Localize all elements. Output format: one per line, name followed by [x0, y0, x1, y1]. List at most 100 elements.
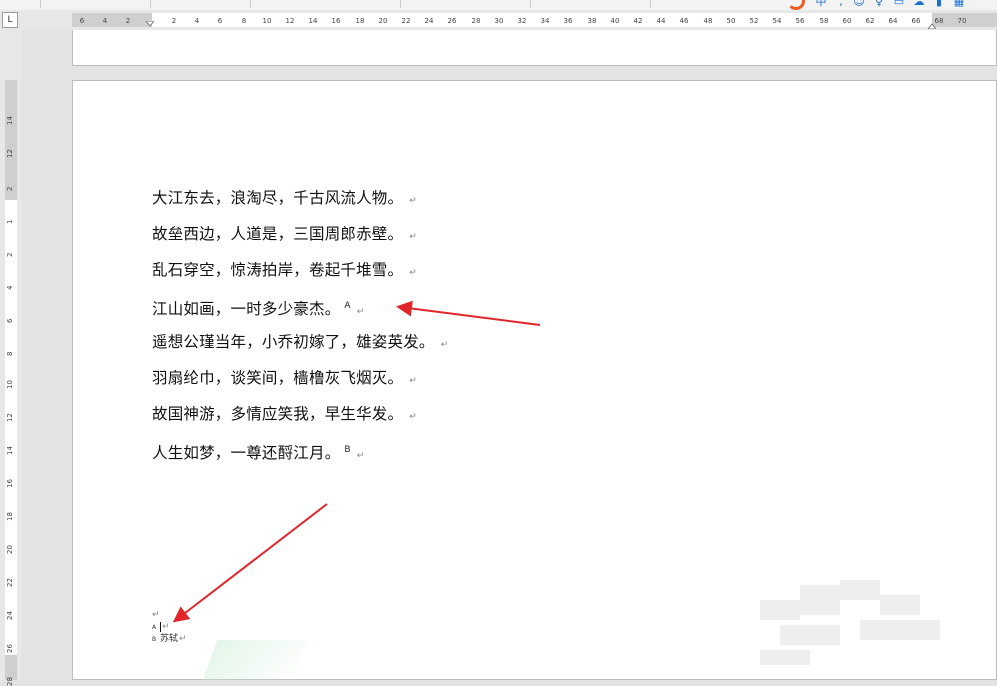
footnote-reference[interactable]: B — [344, 445, 350, 455]
chinese-mode-icon[interactable]: 中 — [815, 0, 827, 8]
poem-line-text: 羽扇纶巾，谈笑间，樯橹灰飞烟灭。 — [152, 369, 404, 387]
poem-line[interactable]: 人生如梦，一尊还酹江月。 B ↵ — [152, 438, 448, 474]
paragraph-mark-icon: ↵ — [162, 622, 170, 632]
top-margin-area — [5, 80, 17, 200]
ruler-number: 4 — [102, 17, 108, 25]
ruler-number: 10 — [262, 17, 272, 25]
tool-icon[interactable]: ▮ — [933, 0, 945, 8]
footnote-mark: B — [152, 636, 157, 643]
ruler-number: 52 — [749, 17, 759, 25]
horizontal-ruler[interactable]: L 6 4 2 2 4 6 8 10 12 14 16 18 20 22 24 26 28 30 32 34 36 38 4… — [0, 10, 997, 30]
poem-line[interactable]: 故垒西边，人道是，三国周郎赤壁。 ↵ — [152, 222, 448, 258]
ruler-scale[interactable]: 6 4 2 2 4 6 8 10 12 14 16 18 20 22 24 26 28 30 32 34 36 38 40 4… — [72, 13, 997, 27]
poem-line-text: 江山如画，一时多少豪杰。 — [152, 300, 341, 319]
ruler-number: 66 — [911, 17, 921, 25]
skin-icon[interactable]: ☁ — [913, 0, 925, 8]
right-indent-marker-icon[interactable] — [928, 21, 936, 29]
paragraph-mark-icon: ↵ — [152, 610, 160, 620]
vertical-ruler[interactable]: 14 12 2 1 2 4 6 8 10 12 14 16 18 20 22 24 26 28 — [0, 30, 22, 686]
footnote-item[interactable]: B 苏轼↵ — [152, 633, 187, 645]
grid-icon[interactable]: ▦ — [953, 0, 965, 8]
poem-line[interactable]: 大江东去，浪淘尽，千古风流人物。 ↵ — [152, 186, 448, 222]
paragraph-mark-icon: ↵ — [356, 307, 365, 318]
ruler-number: 26 — [447, 17, 457, 25]
vertical-ruler-number: 12 — [6, 149, 14, 158]
ruler-number: 12 — [285, 17, 295, 25]
footnote-area[interactable]: ↵ A ↵ B 苏轼↵ — [152, 609, 187, 645]
poem-line-text: 故国神游，多情应笑我，早生华发。 — [152, 405, 404, 423]
ribbon-separator — [250, 0, 251, 8]
ruler-number: 6 — [217, 17, 223, 25]
ruler-number: 32 — [517, 17, 527, 25]
ruler-number: 70 — [957, 17, 967, 25]
paragraph-mark-icon: ↵ — [409, 196, 417, 206]
ruler-number: 64 — [888, 17, 898, 25]
watermark — [760, 580, 960, 670]
vertical-ruler-number: 26 — [6, 644, 14, 653]
footnote-item[interactable]: A ↵ — [152, 621, 187, 633]
paragraph-mark-icon: ↵ — [409, 412, 417, 422]
ruler-number: 30 — [494, 17, 504, 25]
paragraph-mark-icon: ↵ — [440, 340, 449, 350]
ruler-number: 4 — [194, 17, 200, 25]
punctuation-icon[interactable]: , — [835, 0, 847, 8]
ruler-number: 2 — [171, 17, 177, 25]
footnote-reference[interactable]: A — [344, 301, 350, 311]
paragraph-mark-icon: ↵ — [409, 376, 417, 386]
emoji-icon[interactable]: ☺ — [853, 0, 865, 8]
ruler-number: 44 — [656, 17, 666, 25]
microphone-icon[interactable]: ♀ — [873, 0, 885, 8]
vertical-ruler-number: 18 — [6, 512, 14, 521]
empty-paragraph[interactable]: ↵ — [152, 609, 187, 621]
vertical-ruler-number: 2 — [6, 186, 14, 191]
ime-toolbar: 中 , ☺ ♀ ▭ ☁ ▮ ▦ — [787, 0, 997, 10]
tab-selector-button[interactable]: L — [2, 12, 18, 28]
ruler-number: 56 — [795, 17, 805, 25]
keyboard-icon[interactable]: ▭ — [893, 0, 905, 8]
ruler-number: 34 — [540, 17, 550, 25]
poem-line-text: 遥想公瑾当年，小乔初嫁了，雄姿英发。 — [152, 333, 435, 351]
vertical-ruler-number: 10 — [6, 380, 14, 389]
ruler-number: 46 — [679, 17, 689, 25]
poem-body[interactable]: 大江东去，浪淘尽，千古风流人物。 ↵ 故垒西边，人道是，三国周郎赤壁。 ↵ 乱石穿空，惊… — [152, 186, 448, 474]
ruler-number: 24 — [424, 17, 434, 25]
poem-line[interactable]: 乱石穿空，惊涛拍岸，卷起千堆雪。 ↵ — [152, 258, 448, 294]
poem-line[interactable]: 故国神游，多情应笑我，早生华发。 ↵ — [152, 402, 448, 438]
poem-line[interactable]: 羽扇纶巾，谈笑间，樯橹灰飞烟灭。 ↵ — [152, 366, 448, 402]
vertical-ruler-number: 22 — [6, 578, 14, 587]
ribbon-separator — [150, 0, 151, 8]
poem-line-text: 人生如梦，一尊还酹江月。 — [152, 444, 341, 463]
ruler-number: 28 — [471, 17, 481, 25]
footnote-text: 苏轼 — [160, 634, 179, 644]
ruler-number: 60 — [842, 17, 852, 25]
poem-line[interactable]: 遥想公瑾当年，小乔初嫁了，雄姿英发。 ↵ — [152, 330, 448, 366]
poem-line[interactable]: 江山如画，一时多少豪杰。 A ↵ — [152, 294, 448, 330]
previous-page — [72, 30, 997, 66]
ruler-number: 40 — [610, 17, 620, 25]
paragraph-mark-icon: ↵ — [409, 232, 417, 242]
text-cursor — [160, 621, 161, 632]
ruler-number: 36 — [563, 17, 573, 25]
vertical-ruler-number: 2 — [6, 252, 14, 257]
ruler-number: 62 — [865, 17, 875, 25]
vertical-ruler-number: 8 — [6, 351, 14, 356]
vertical-ruler-number: 14 — [6, 446, 14, 455]
ruler-number: 50 — [726, 17, 736, 25]
paragraph-mark-icon: ↵ — [409, 268, 417, 278]
ruler-number: 18 — [355, 17, 365, 25]
poem-line-text: 大江东去，浪淘尽，千古风流人物。 — [152, 189, 404, 207]
ruler-number: 42 — [633, 17, 643, 25]
poem-line-text: 故垒西边，人道是，三国周郎赤壁。 — [152, 225, 404, 243]
ribbon-separator — [40, 0, 41, 8]
vertical-ruler-number: 24 — [6, 611, 14, 620]
indent-marker-icon[interactable] — [146, 21, 154, 29]
ruler-number: 14 — [308, 17, 318, 25]
ruler-number: 8 — [241, 17, 247, 25]
ruler-number: 38 — [587, 17, 597, 25]
ruler-number: 58 — [819, 17, 829, 25]
vertical-ruler-number: 16 — [6, 479, 14, 488]
ruler-number: 20 — [378, 17, 388, 25]
vertical-ruler-number: 12 — [6, 413, 14, 422]
sogou-logo-icon[interactable] — [787, 0, 805, 10]
ruler-number: 16 — [331, 17, 341, 25]
